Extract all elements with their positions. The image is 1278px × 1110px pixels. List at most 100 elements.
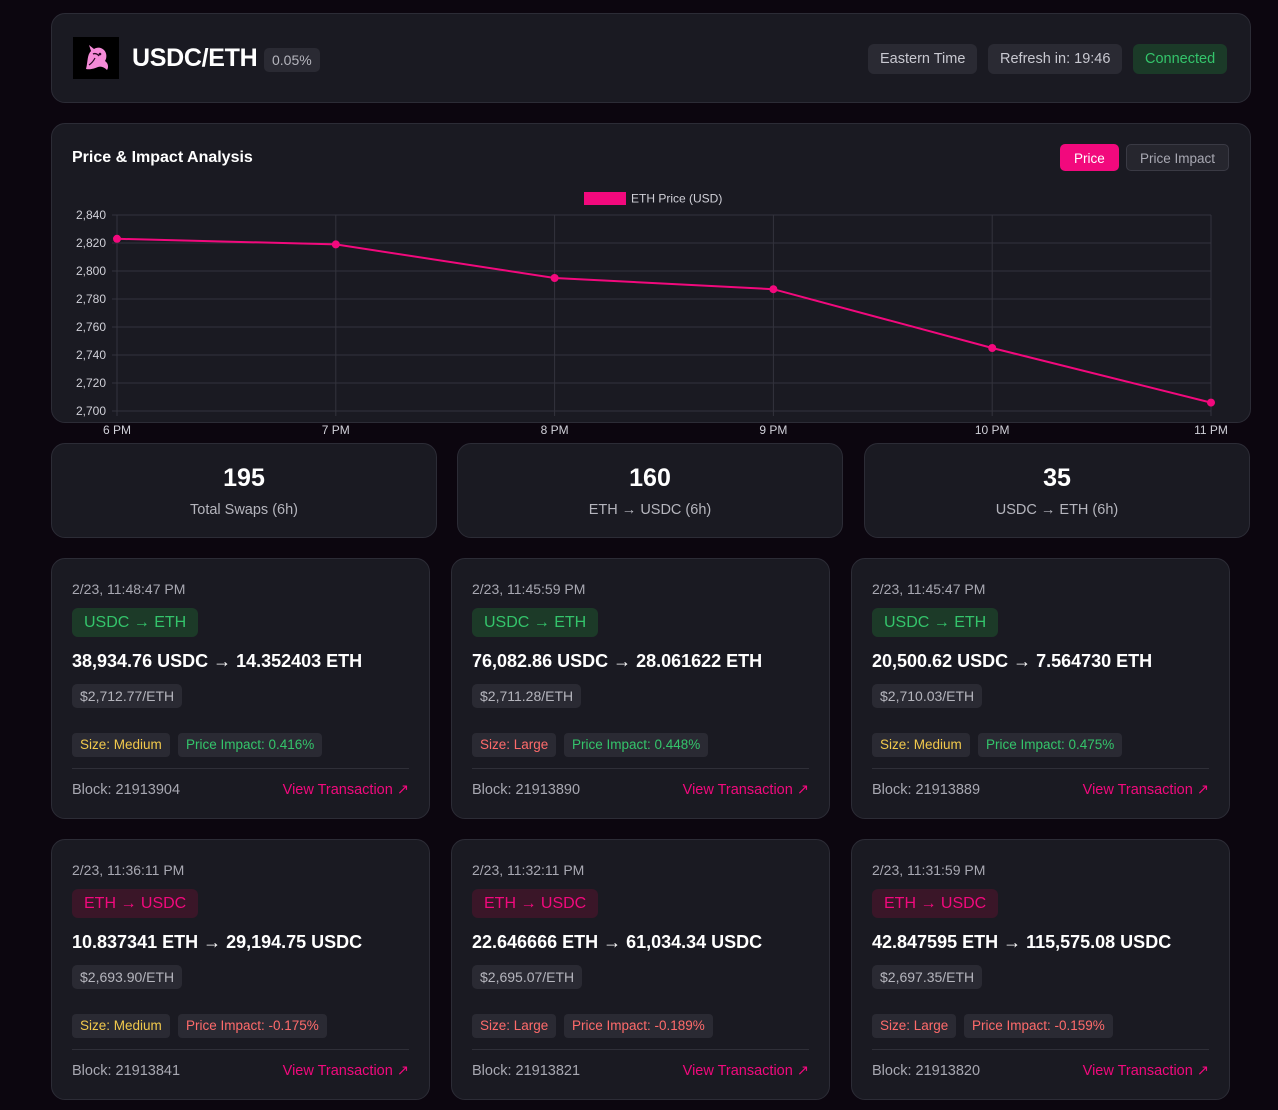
- timezone-badge[interactable]: Eastern Time: [868, 44, 978, 74]
- swap-amount: 38,934.76 USDC → 14.352403 ETH: [72, 651, 363, 671]
- series-line: [116, 237, 1212, 404]
- stat-value: 35: [1043, 464, 1071, 492]
- view-transaction-link[interactable]: View Transaction ↗: [1083, 1063, 1209, 1079]
- swap-timestamp: 2/23, 11:45:59 PM: [472, 581, 586, 597]
- stat-total-swaps: 195 Total Swaps (6h): [51, 443, 437, 538]
- divider: [872, 768, 1209, 769]
- swap-block-number: Block: 21913821: [472, 1063, 581, 1079]
- price-line-chart: 2,840 2,820 2,800 2,780 2,760 2,740 2,720 2,700…: [76, 192, 1228, 438]
- swap-direction-badge: ETH → USDC: [472, 889, 599, 918]
- swap-size-badge: Size: Medium: [72, 1014, 170, 1038]
- x-tick-label: 6 PM: [103, 423, 131, 437]
- swap-amount: 22.646666 ETH → 61,034.34 USDC: [472, 932, 763, 952]
- stat-eth-to-usdc: 160 ETH → USDC (6h): [457, 443, 843, 538]
- y-tick-label: 2,720: [76, 376, 106, 390]
- swap-block-number: Block: 21913904: [72, 782, 181, 798]
- stat-value: 195: [223, 464, 265, 492]
- swap-price-badge: $2,712.77/ETH: [72, 684, 183, 708]
- refresh-timer-badge: Refresh in: 19:46: [988, 44, 1123, 74]
- swap-impact-badge: Price Impact: 0.448%: [564, 733, 709, 757]
- swap-price-badge: $2,697.35/ETH: [872, 965, 983, 989]
- swap-direction-badge: USDC → ETH: [872, 608, 999, 637]
- pair-title: USDC/ETH: [132, 44, 258, 72]
- y-tick-label: 2,800: [76, 264, 106, 278]
- view-transaction-link[interactable]: View Transaction ↗: [683, 782, 809, 798]
- y-tick-label: 2,740: [76, 348, 106, 362]
- swap-card: 2/23, 11:32:11 PM ETH → USDC 22.646666 E…: [451, 839, 830, 1100]
- swap-timestamp: 2/23, 11:48:47 PM: [72, 581, 186, 597]
- view-transaction-link[interactable]: View Transaction ↗: [1083, 782, 1209, 798]
- data-point: [550, 274, 559, 282]
- data-point: [769, 285, 778, 294]
- swap-impact-badge: Price Impact: -0.159%: [964, 1014, 1113, 1038]
- data-point: [113, 234, 121, 243]
- swap-impact-badge: Price Impact: -0.175%: [178, 1014, 327, 1038]
- x-tick-label: 9 PM: [759, 423, 787, 437]
- swap-size-badge: Size: Large: [872, 1014, 957, 1038]
- swap-amount: 42.847595 ETH → 115,575.08 USDC: [872, 932, 1172, 952]
- stat-usdc-to-eth: 35 USDC → ETH (6h): [864, 443, 1250, 538]
- y-tick-label: 2,780: [76, 292, 106, 306]
- swap-direction-badge: ETH → USDC: [872, 889, 999, 918]
- swap-size-badge: Size: Medium: [72, 733, 170, 757]
- legend-label: ETH Price (USD): [631, 192, 722, 206]
- y-tick-label: 2,840: [76, 208, 106, 222]
- swap-direction-badge: ETH → USDC: [72, 889, 199, 918]
- swap-direction-badge: USDC → ETH: [472, 608, 599, 637]
- fee-tier-badge: 0.05%: [264, 48, 320, 72]
- swap-card: 2/23, 11:31:59 PM ETH → USDC 42.847595 E…: [851, 839, 1230, 1100]
- divider: [472, 1049, 809, 1050]
- view-transaction-link[interactable]: View Transaction ↗: [283, 1063, 409, 1079]
- swap-card: 2/23, 11:48:47 PM USDC → ETH 38,934.76 U…: [51, 558, 430, 819]
- view-transaction-link[interactable]: View Transaction ↗: [283, 782, 409, 798]
- swap-size-badge: Size: Medium: [872, 733, 970, 757]
- swap-block-number: Block: 21913890: [472, 782, 581, 798]
- data-point: [1207, 398, 1215, 407]
- stat-label: ETH → USDC (6h): [588, 502, 712, 518]
- swap-amount: 10.837341 ETH → 29,194.75 USDC: [72, 932, 363, 952]
- swap-price-badge: $2,693.90/ETH: [72, 965, 183, 989]
- unicorn-logo-icon: [73, 37, 119, 79]
- swap-card: 2/23, 11:45:47 PM USDC → ETH 20,500.62 U…: [851, 558, 1230, 819]
- swap-block-number: Block: 21913889: [872, 782, 981, 798]
- x-tick-label: 10 PM: [975, 423, 1010, 437]
- swap-card: 2/23, 11:36:11 PM ETH → USDC 10.837341 E…: [51, 839, 430, 1100]
- swap-price-badge: $2,710.03/ETH: [872, 684, 983, 708]
- price-impact-chart-card: Price & Impact Analysis Price Price Impa…: [51, 123, 1251, 437]
- stat-label: Total Swaps (6h): [190, 502, 298, 518]
- divider: [72, 768, 409, 769]
- swap-impact-badge: Price Impact: 0.416%: [178, 733, 323, 757]
- x-tick-label: 7 PM: [322, 423, 350, 437]
- swap-size-badge: Size: Large: [472, 1014, 557, 1038]
- swap-amount: 20,500.62 USDC → 7.564730 ETH: [872, 651, 1153, 671]
- swap-block-number: Block: 21913820: [872, 1063, 981, 1079]
- swap-size-badge: Size: Large: [472, 733, 557, 757]
- swap-impact-badge: Price Impact: 0.475%: [978, 733, 1123, 757]
- y-tick-label: 2,820: [76, 236, 106, 250]
- view-transaction-link[interactable]: View Transaction ↗: [683, 1063, 809, 1079]
- stat-label: USDC → ETH (6h): [995, 502, 1119, 518]
- legend-swatch: [584, 192, 626, 205]
- pair-header: USDC/ETH 0.05% Eastern Time Refresh in: …: [51, 13, 1251, 103]
- swap-impact-badge: Price Impact: -0.189%: [564, 1014, 713, 1038]
- swap-timestamp: 2/23, 11:45:47 PM: [872, 581, 986, 597]
- swap-timestamp: 2/23, 11:31:59 PM: [872, 862, 986, 878]
- y-tick-label: 2,700: [76, 404, 106, 418]
- swap-timestamp: 2/23, 11:36:11 PM: [72, 862, 185, 878]
- divider: [72, 1049, 409, 1050]
- divider: [872, 1049, 1209, 1050]
- stat-value: 160: [629, 464, 671, 492]
- swap-price-badge: $2,695.07/ETH: [472, 965, 583, 989]
- data-point: [988, 344, 997, 352]
- divider: [472, 768, 809, 769]
- swap-timestamp: 2/23, 11:32:11 PM: [472, 862, 585, 878]
- y-tick-label: 2,760: [76, 320, 106, 334]
- swap-card: 2/23, 11:45:59 PM USDC → ETH 76,082.86 U…: [451, 558, 830, 819]
- data-point: [331, 240, 340, 249]
- swap-direction-badge: USDC → ETH: [72, 608, 199, 637]
- swap-price-badge: $2,711.28/ETH: [472, 684, 582, 708]
- connection-status-badge: Connected: [1133, 44, 1228, 74]
- swap-block-number: Block: 21913841: [72, 1063, 181, 1079]
- swap-amount: 76,082.86 USDC → 28.061622 ETH: [472, 651, 763, 671]
- x-tick-label: 11 PM: [1194, 423, 1228, 437]
